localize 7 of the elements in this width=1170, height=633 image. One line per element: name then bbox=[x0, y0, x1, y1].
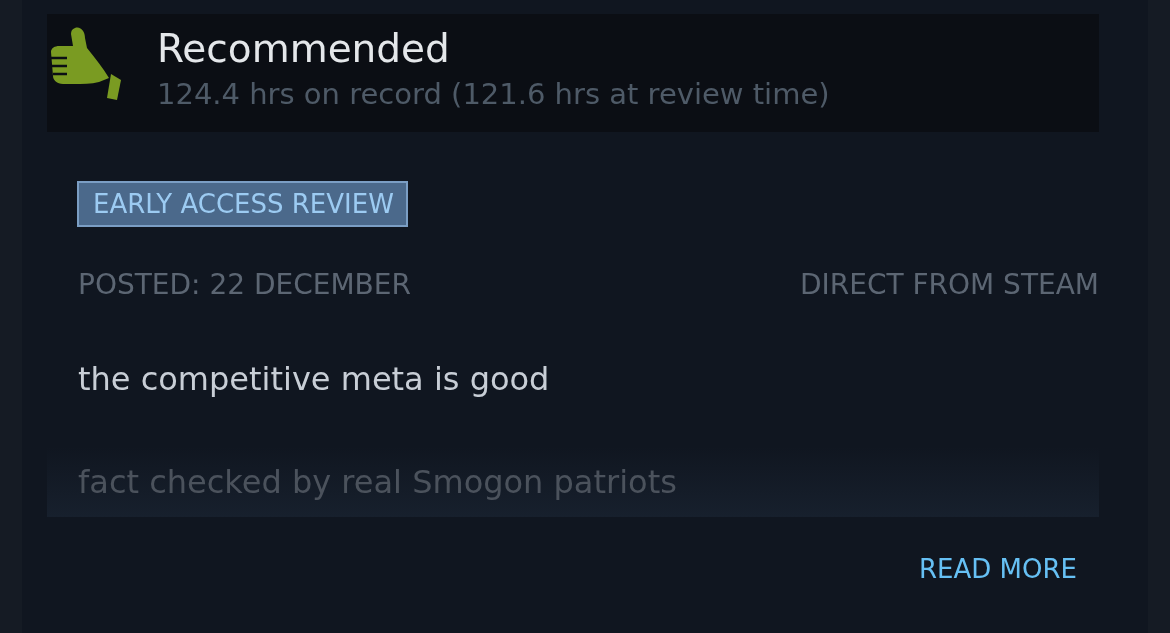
hours-on-record: 124.4 hrs on record (121.6 hrs at review time) bbox=[157, 76, 830, 113]
verdict-title: Recommended bbox=[157, 25, 451, 73]
read-more-link[interactable]: READ MORE bbox=[919, 551, 1077, 587]
review-source: DIRECT FROM STEAM bbox=[799, 267, 1099, 303]
review-text: the competitive meta is good bbox=[78, 359, 551, 400]
early-access-badge: EARLY ACCESS REVIEW bbox=[77, 181, 408, 227]
posted-date: POSTED: 22 DECEMBER bbox=[78, 267, 411, 303]
